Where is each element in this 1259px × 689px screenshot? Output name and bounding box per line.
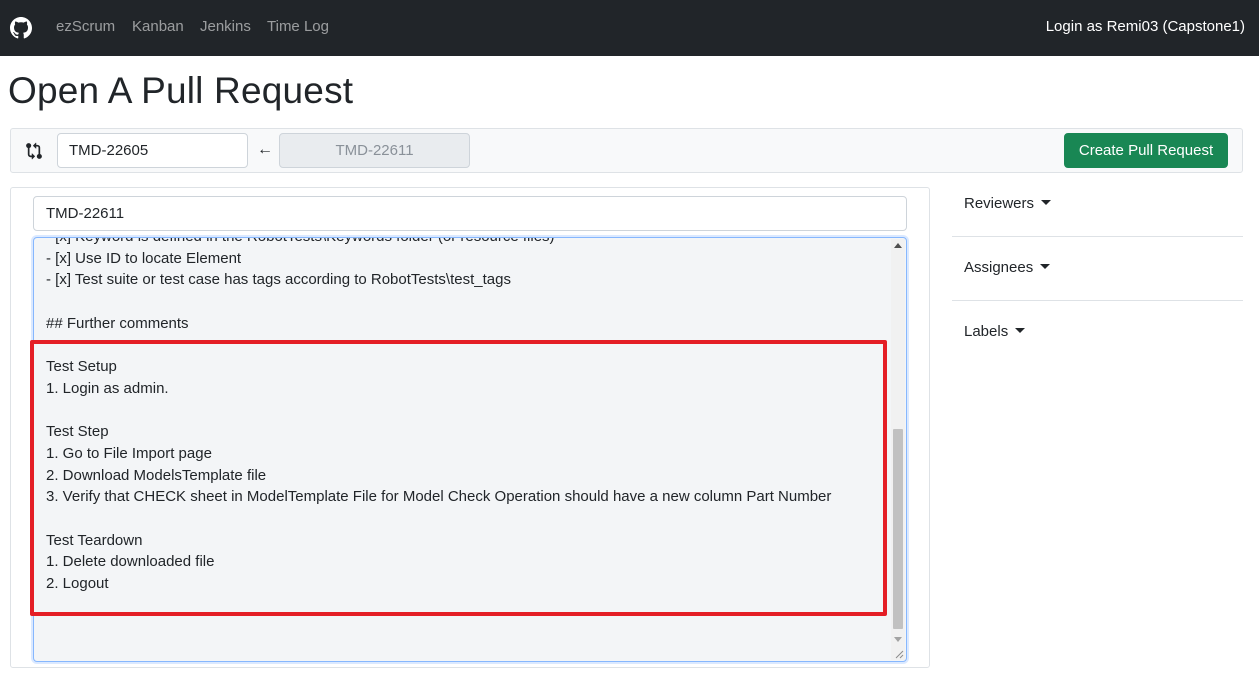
scroll-up-arrow-icon[interactable] <box>894 243 902 248</box>
pr-body-line: 1. Go to File Import page <box>46 444 212 462</box>
reviewers-section: Reviewers <box>952 195 1243 215</box>
create-pull-request-button[interactable]: Create Pull Request <box>1064 133 1228 168</box>
scroll-thumb[interactable] <box>893 429 903 629</box>
pr-title-input[interactable]: TMD-22611 <box>33 196 907 231</box>
caret-down-icon <box>1040 264 1051 269</box>
pr-body-line <box>46 508 886 530</box>
pr-body-text: - [x] Keyword is defined in the RobotTes… <box>46 238 886 595</box>
pr-body-line: 1. Login as admin. <box>46 379 169 397</box>
caret-down-icon <box>1015 328 1026 333</box>
pr-body-line <box>46 334 886 356</box>
git-compare-icon <box>26 142 42 160</box>
pull-request-form: TMD-22611 - [x] Keyword is defined in th… <box>10 187 930 668</box>
labels-label: Labels <box>964 323 1009 340</box>
assignees-label: Assignees <box>964 259 1034 276</box>
pr-body-line: ## Further comments <box>46 314 189 332</box>
pr-body-line: 3. Verify that CHECK sheet in ModelTempl… <box>46 488 832 506</box>
caret-down-icon <box>1041 200 1052 205</box>
pr-body-line: Test Setup <box>46 358 117 376</box>
sidebar-divider <box>952 236 1243 237</box>
pr-body-line: Test Step <box>46 423 109 441</box>
nav-link-time-log[interactable]: Time Log <box>267 18 329 35</box>
arrow-left-icon: ← <box>257 141 273 158</box>
reviewers-dropdown[interactable]: Reviewers <box>964 195 1052 212</box>
login-status[interactable]: Login as Remi03 (Capstone1) <box>1046 18 1245 35</box>
pr-body-line: 1. Delete downloaded file <box>46 553 215 571</box>
nav-link-ezscrum[interactable]: ezScrum <box>56 18 115 35</box>
head-branch-field[interactable]: TMD-22611 <box>279 133 470 168</box>
pr-body-line: - [x] Keyword is defined in the RobotTes… <box>46 238 886 248</box>
pr-body-line: 2. Logout <box>46 575 109 593</box>
pr-body-line <box>46 400 886 422</box>
nav-link-jenkins[interactable]: Jenkins <box>200 18 251 35</box>
resize-handle-icon[interactable] <box>894 649 904 659</box>
assignees-section: Assignees <box>952 259 1243 279</box>
pr-body-textarea[interactable]: - [x] Keyword is defined in the RobotTes… <box>33 237 907 662</box>
labels-section: Labels <box>952 323 1243 343</box>
pr-body-line: 2. Download ModelsTemplate file <box>46 466 267 484</box>
top-navbar: ezScrum Kanban Jenkins Time Log Login as… <box>0 0 1259 56</box>
reviewers-label: Reviewers <box>964 195 1035 212</box>
textarea-scrollbar[interactable] <box>891 239 905 660</box>
labels-dropdown[interactable]: Labels <box>964 323 1026 340</box>
page-title: Open A Pull Request <box>8 70 354 111</box>
pr-body-line <box>46 291 886 313</box>
nav-link-kanban[interactable]: Kanban <box>132 18 184 35</box>
github-icon[interactable] <box>10 17 32 39</box>
base-branch-select[interactable]: TMD-22605 <box>57 133 248 168</box>
pr-body-line: - [x] Test suite or test case has tags a… <box>46 271 511 289</box>
branch-compare-bar: TMD-22605 ← TMD-22611 Create Pull Reques… <box>10 128 1243 173</box>
sidebar-divider <box>952 300 1243 301</box>
scroll-down-arrow-icon[interactable] <box>894 637 902 642</box>
pr-body-line: Test Teardown <box>46 531 143 549</box>
pr-body-line: - [x] Use ID to locate Element <box>46 249 242 267</box>
assignees-dropdown[interactable]: Assignees <box>964 259 1051 276</box>
